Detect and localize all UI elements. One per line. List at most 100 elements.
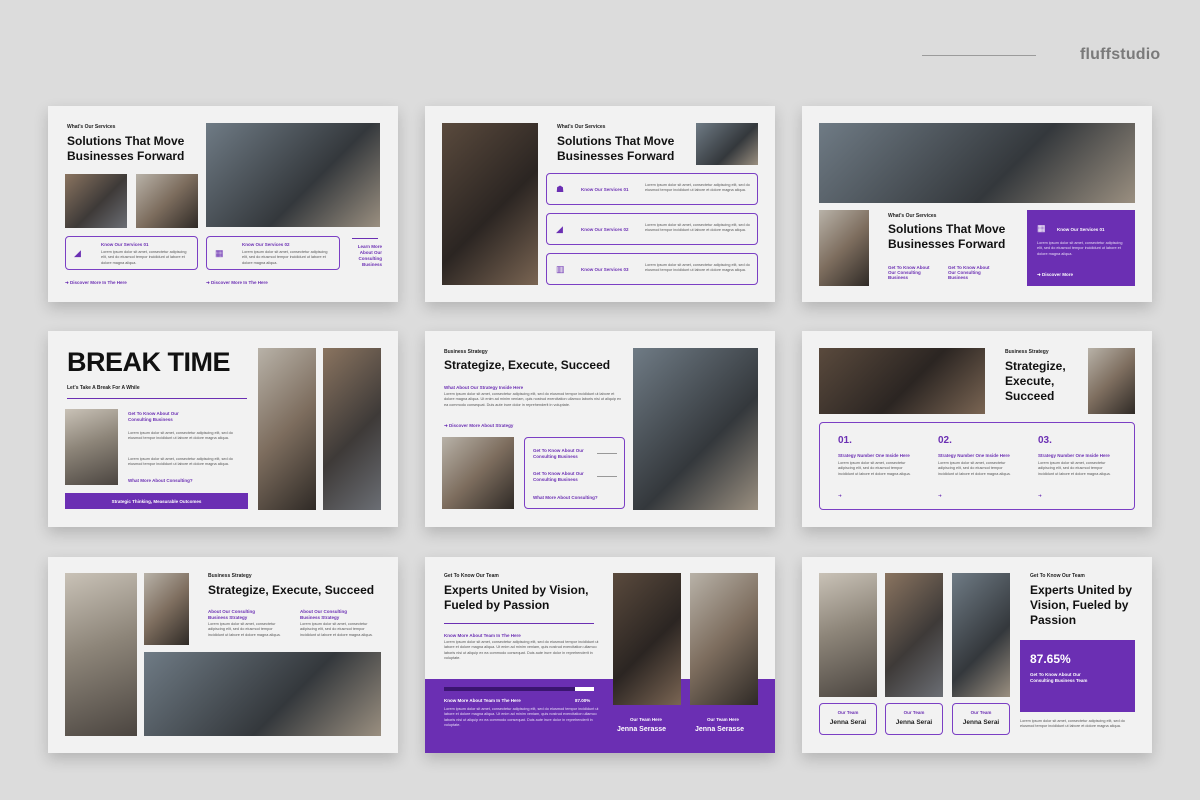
office-photo xyxy=(1088,348,1135,414)
megaphone-icon: ◢ xyxy=(556,224,563,234)
discover-label: Discover More xyxy=(1042,272,1074,277)
get-to-know-link[interactable]: Get To Know About Our Consulting Busines… xyxy=(128,411,198,422)
office-photo xyxy=(819,210,869,286)
body-text: Lorem ipsum dolor sit amet, consectetur … xyxy=(444,640,599,661)
team-member-photo xyxy=(690,573,758,705)
service-card[interactable]: ◢ Know Our Services 02 Lorem ipsum dolor… xyxy=(546,213,758,245)
discover-link[interactable]: ➜ Discover More About Strategy xyxy=(444,423,513,429)
service-label: Know Our Services 02 xyxy=(242,242,290,247)
discover-label: Discover More In The Here xyxy=(70,280,127,285)
member-card[interactable]: Our Team Jenna Serai xyxy=(885,703,943,735)
step-label: Strategy Number One Inside Here xyxy=(1038,453,1110,458)
member-role: Our Team xyxy=(903,710,925,715)
body-text: Lorem ipsum dolor sit amet, consectetur … xyxy=(128,431,233,441)
slide-title: Solutions That Move Businesses Forward xyxy=(888,222,1006,251)
tagline-banner: Strategic Thinking, Measurable Outcomes xyxy=(65,493,248,509)
discover-link[interactable]: ➜ Discover More In The Here xyxy=(65,280,127,286)
step-label: Strategy Number One Inside Here xyxy=(838,453,910,458)
service-text: Lorem ipsum dolor sit amet, consectetur … xyxy=(645,183,750,193)
grid-icon: ▦ xyxy=(215,248,224,258)
get-to-know-link[interactable]: Get To Know About Our Consulting Busines… xyxy=(533,471,593,482)
member-card[interactable]: Our Team Jenna Serai xyxy=(819,703,877,735)
arrow-right-icon[interactable]: ➜ xyxy=(938,493,942,499)
get-to-know-link[interactable]: Get To Know About Our Consulting Busines… xyxy=(948,265,998,280)
slide-kicker: Get To Know Our Team xyxy=(1030,573,1085,579)
service-card[interactable]: ▦ Know Our Services 02 Lorem ipsum dolor… xyxy=(206,236,340,270)
body-text: Lorem ipsum dolor sit amet, consectetur … xyxy=(128,457,233,467)
arrow-right-icon[interactable]: ➜ xyxy=(838,493,842,499)
stat-value: 87.65% xyxy=(1030,652,1071,666)
member-card[interactable]: Our Team Jenna Serai xyxy=(952,703,1010,735)
building-photo xyxy=(65,409,118,485)
member-name: Jenna Serai xyxy=(962,719,1000,726)
body-text: Lorem ipsum dolor sit amet, consectetur … xyxy=(444,392,622,407)
arrow-right-icon[interactable]: ➜ xyxy=(1038,493,1042,499)
slide-kicker: Business Strategy xyxy=(444,349,488,355)
progress-label: Know More About Team In The Here xyxy=(444,698,521,703)
stat-label: Get To Know About Our Consulting Busines… xyxy=(1030,672,1088,683)
get-to-know-link[interactable]: Get To Know About Our Consulting Busines… xyxy=(533,448,593,459)
discover-link[interactable]: ➜ Discover More In The Here xyxy=(206,280,268,286)
body-text: Lorem ipsum dolor sit amet, consectetur … xyxy=(444,707,599,728)
workshop-photo xyxy=(144,652,381,736)
divider xyxy=(597,453,617,454)
service-card[interactable]: ☗ Know Our Services 01 Lorem ipsum dolor… xyxy=(546,173,758,205)
slide-title: Solutions That Move Businesses Forward xyxy=(557,134,675,163)
step-text: Lorem ipsum dolor sit amet, consectetur … xyxy=(938,461,1011,476)
member-role: Our Team Here xyxy=(707,717,739,722)
step-number: 01. xyxy=(838,435,852,446)
slide-kicker: Get To Know Our Team xyxy=(444,573,499,579)
service-text: Lorem ipsum dolor sit amet, consectetur … xyxy=(645,263,750,273)
slide-2[interactable]: What's Our Services Solutions That Move … xyxy=(425,106,775,302)
strategy-panel: 01. Strategy Number One Inside Here Lore… xyxy=(819,422,1135,510)
progress-track xyxy=(444,687,594,691)
stat-panel: 87.65% Get To Know About Our Consulting … xyxy=(1020,640,1135,712)
workspace-photo xyxy=(819,123,1135,203)
get-to-know-link[interactable]: Get To Know About Our Consulting Busines… xyxy=(888,265,938,280)
progress-value: 87.00% xyxy=(575,698,591,703)
people-icon: ☗ xyxy=(556,184,565,194)
office-photo xyxy=(258,348,316,510)
step-label: Strategy Number One Inside Here xyxy=(938,453,1010,458)
bar-chart-icon: ▥ xyxy=(556,264,565,274)
step-text: Lorem ipsum dolor sit amet, consectetur … xyxy=(838,461,911,476)
worker-photo xyxy=(323,348,381,510)
service-text: Lorem ipsum dolor sit amet, consectetur … xyxy=(242,250,328,265)
brand-logo: fluffstudio xyxy=(1080,46,1161,63)
slide-6[interactable]: Business Strategy Strategize, Execute, S… xyxy=(802,331,1152,527)
team-photo xyxy=(206,123,380,227)
slide-8[interactable]: Get To Know Our Team Experts United by V… xyxy=(425,557,775,753)
discover-link[interactable]: ➜ Discover More xyxy=(1037,272,1073,278)
megaphone-icon: ◢ xyxy=(74,248,81,258)
service-label: Know Our Services 03 xyxy=(581,267,629,272)
service-text: Lorem ipsum dolor sit amet, consectetur … xyxy=(645,223,750,233)
member-role: Our Team xyxy=(970,710,992,715)
slide-kicker: What's Our Services xyxy=(557,124,606,130)
office-photo xyxy=(696,123,758,165)
what-more-link[interactable]: What More About Consulting? xyxy=(533,495,598,500)
progress-fill xyxy=(444,687,575,691)
grid-icon: ▦ xyxy=(1037,223,1046,233)
learn-more-link[interactable]: Learn More About Our Consulting Business xyxy=(348,244,382,268)
info-card[interactable]: Get To Know About Our Consulting Busines… xyxy=(524,437,625,509)
step-number: 03. xyxy=(1038,435,1052,446)
strategy-label: About Our Consulting Business Strategy xyxy=(208,609,255,620)
divider xyxy=(444,623,594,624)
slide-4[interactable]: BREAK TIME Let's Take A Break For A Whil… xyxy=(48,331,398,527)
service-card[interactable]: ▥ Know Our Services 03 Lorem ipsum dolor… xyxy=(546,253,758,285)
slide-7[interactable]: Business Strategy Strategize, Execute, S… xyxy=(48,557,398,753)
service-label: Know Our Services 01 xyxy=(1057,227,1105,232)
what-more-link[interactable]: What More About Consulting? xyxy=(128,478,193,483)
strategy-text: Lorem ipsum dolor sit amet, consectetur … xyxy=(208,622,281,637)
team-member-photo xyxy=(885,573,943,697)
slide-1[interactable]: What's Our Services Solutions That Move … xyxy=(48,106,398,302)
member-name: Jenna Serai xyxy=(895,719,933,726)
service-card[interactable]: ◢ Know Our Services 01 Lorem ipsum dolor… xyxy=(65,236,198,270)
slide-5[interactable]: Business Strategy Strategize, Execute, S… xyxy=(425,331,775,527)
discover-label: Discover More In The Here xyxy=(211,280,268,285)
service-panel[interactable]: ▦ Know Our Services 01 Lorem ipsum dolor… xyxy=(1027,210,1135,286)
slide-title: Strategize, Execute, Succeed xyxy=(208,583,375,597)
member-role: Our Team Here xyxy=(630,717,662,722)
slide-3[interactable]: What's Our Services Solutions That Move … xyxy=(802,106,1152,302)
slide-9[interactable]: Our Team Jenna Serai Our Team Jenna Sera… xyxy=(802,557,1152,753)
